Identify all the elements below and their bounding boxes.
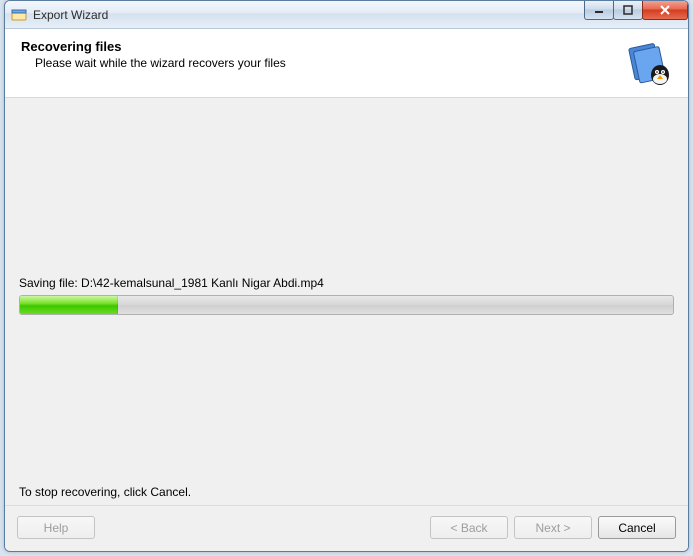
current-file-path: D:\42-kemalsunal_1981 Kanlı Nigar Abdi.m… — [81, 276, 324, 290]
wizard-icon — [624, 39, 672, 87]
next-button[interactable]: Next > — [514, 516, 592, 539]
wizard-content: Saving file: D:\42-kemalsunal_1981 Kanlı… — [5, 98, 688, 505]
window-controls — [585, 0, 688, 20]
back-button[interactable]: < Back — [430, 516, 508, 539]
titlebar[interactable]: Export Wizard — [5, 1, 688, 29]
wizard-header-text: Recovering files Please wait while the w… — [21, 39, 286, 70]
page-subtitle: Please wait while the wizard recovers yo… — [35, 56, 286, 70]
stop-hint: To stop recovering, click Cancel. — [19, 485, 191, 499]
close-button[interactable] — [642, 0, 688, 20]
window-title: Export Wizard — [33, 8, 108, 22]
help-button[interactable]: Help — [17, 516, 95, 539]
progress-fill — [20, 296, 118, 314]
wizard-header: Recovering files Please wait while the w… — [5, 29, 688, 98]
maximize-button[interactable] — [613, 0, 643, 20]
app-icon — [11, 7, 27, 23]
status-prefix: Saving file: — [19, 276, 81, 290]
export-wizard-window: Export Wizard Recovering files Please wa… — [4, 0, 689, 552]
content-inner: Saving file: D:\42-kemalsunal_1981 Kanlı… — [17, 110, 676, 499]
minimize-button[interactable] — [584, 0, 614, 20]
button-bar: Help < Back Next > Cancel — [5, 505, 688, 551]
cancel-button[interactable]: Cancel — [598, 516, 676, 539]
page-title: Recovering files — [21, 39, 286, 54]
status-line: Saving file: D:\42-kemalsunal_1981 Kanlı… — [19, 276, 324, 290]
progress-bar — [19, 295, 674, 315]
